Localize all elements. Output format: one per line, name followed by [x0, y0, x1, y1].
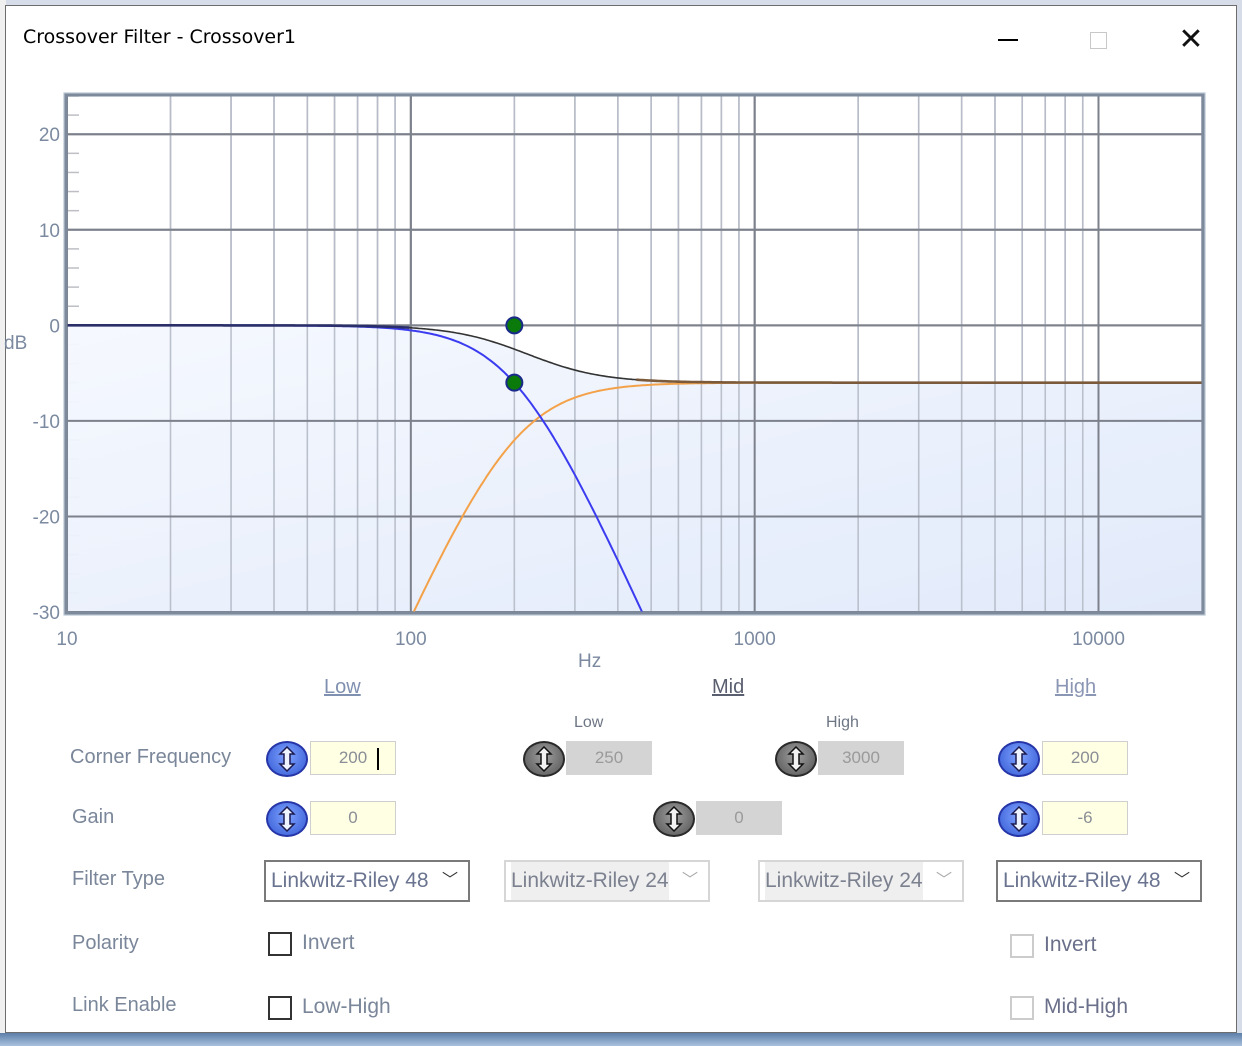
low-gain-spinner[interactable]	[266, 801, 308, 837]
band-low-link[interactable]: Low	[324, 676, 361, 699]
low-invert-label: Invert	[302, 931, 355, 954]
mid-low-freq-spinner	[523, 741, 565, 777]
background-taskbar-edge	[0, 1033, 1242, 1046]
band-high-link[interactable]: High	[1055, 676, 1096, 699]
chevron-down-icon: ﹀	[935, 872, 952, 889]
up-down-arrow-icon	[787, 746, 805, 772]
up-down-arrow-icon	[278, 746, 296, 772]
mid-high-sublabel: High	[826, 714, 859, 731]
mid-low-filter-type-value: Linkwitz-Riley 24	[511, 862, 669, 900]
link-mid-high-label: Mid-High	[1044, 995, 1129, 1018]
polarity-label: Polarity	[72, 932, 139, 954]
y-axis-label: dB	[4, 333, 27, 354]
high-freq-input[interactable]: 200	[1042, 741, 1128, 775]
x-tick-label: 100	[395, 629, 427, 650]
link-low-high-label: Low-High	[302, 995, 391, 1018]
mid-low-freq-input: 250	[566, 741, 652, 775]
band-mid-link[interactable]: Mid	[712, 676, 744, 699]
low-filter-type-select[interactable]: Linkwitz-Riley 48 ﹀	[264, 860, 470, 902]
mid-gain-input: 0	[696, 801, 782, 835]
low-freq-input[interactable]: 200	[310, 741, 396, 775]
filter-type-label: Filter Type	[72, 868, 165, 890]
text-caret	[377, 748, 379, 770]
low-filter-type-value: Linkwitz-Riley 48	[271, 869, 429, 892]
mid-gain-spinner	[653, 801, 695, 837]
up-down-arrow-icon	[535, 746, 553, 772]
up-down-arrow-icon	[665, 806, 683, 832]
high-freq-spinner[interactable]	[998, 741, 1040, 777]
mid-high-freq-spinner	[775, 741, 817, 777]
filter-handle-marker	[505, 373, 524, 392]
up-down-arrow-icon	[278, 806, 296, 832]
link-mid-high-checkbox	[1010, 996, 1034, 1020]
low-freq-spinner[interactable]	[266, 741, 308, 777]
link-enable-label: Link Enable	[72, 994, 177, 1016]
corner-frequency-label: Corner Frequency	[70, 746, 232, 768]
up-down-arrow-icon	[1010, 806, 1028, 832]
high-invert-label: Invert	[1044, 933, 1097, 956]
high-gain-spinner[interactable]	[998, 801, 1040, 837]
mid-low-filter-type-select: Linkwitz-Riley 24 ﹀	[504, 860, 710, 902]
x-axis-label: Hz	[578, 651, 601, 672]
high-filter-type-select[interactable]: Linkwitz-Riley 48 ﹀	[996, 860, 1202, 902]
low-gain-input[interactable]: 0	[310, 801, 396, 835]
gain-label: Gain	[72, 806, 115, 828]
mid-high-filter-type-value: Linkwitz-Riley 24	[765, 862, 923, 900]
mid-high-freq-input: 3000	[818, 741, 904, 775]
y-tick-label: 0	[49, 316, 60, 337]
link-low-high-checkbox[interactable]	[268, 996, 292, 1020]
y-tick-label: 10	[39, 221, 60, 242]
frequency-response-chart[interactable]: 20100-10-20-3010 100 1000 10000 dB Hz	[0, 0, 1242, 700]
up-down-arrow-icon	[1010, 746, 1028, 772]
mid-low-sublabel: Low	[574, 714, 604, 731]
y-tick-label: -20	[33, 507, 60, 528]
low-freq-value: 200	[338, 748, 368, 767]
low-invert-checkbox[interactable]	[268, 932, 292, 956]
filter-handle-marker	[505, 316, 524, 335]
x-tick-label: 1000	[734, 629, 776, 650]
mid-high-filter-type-select: Linkwitz-Riley 24 ﹀	[758, 860, 964, 902]
y-tick-label: -10	[33, 412, 60, 433]
high-gain-input[interactable]: -6	[1042, 801, 1128, 835]
y-tick-label: 20	[39, 125, 60, 146]
chevron-down-icon: ﹀	[441, 872, 458, 889]
chevron-down-icon: ﹀	[681, 872, 698, 889]
chevron-down-icon: ﹀	[1173, 872, 1190, 889]
x-tick-label: 10000	[1072, 629, 1125, 650]
high-invert-checkbox	[1010, 934, 1034, 958]
y-tick-label: -30	[33, 603, 60, 624]
x-tick-label: 10	[56, 629, 77, 650]
high-filter-type-value: Linkwitz-Riley 48	[1003, 869, 1161, 892]
